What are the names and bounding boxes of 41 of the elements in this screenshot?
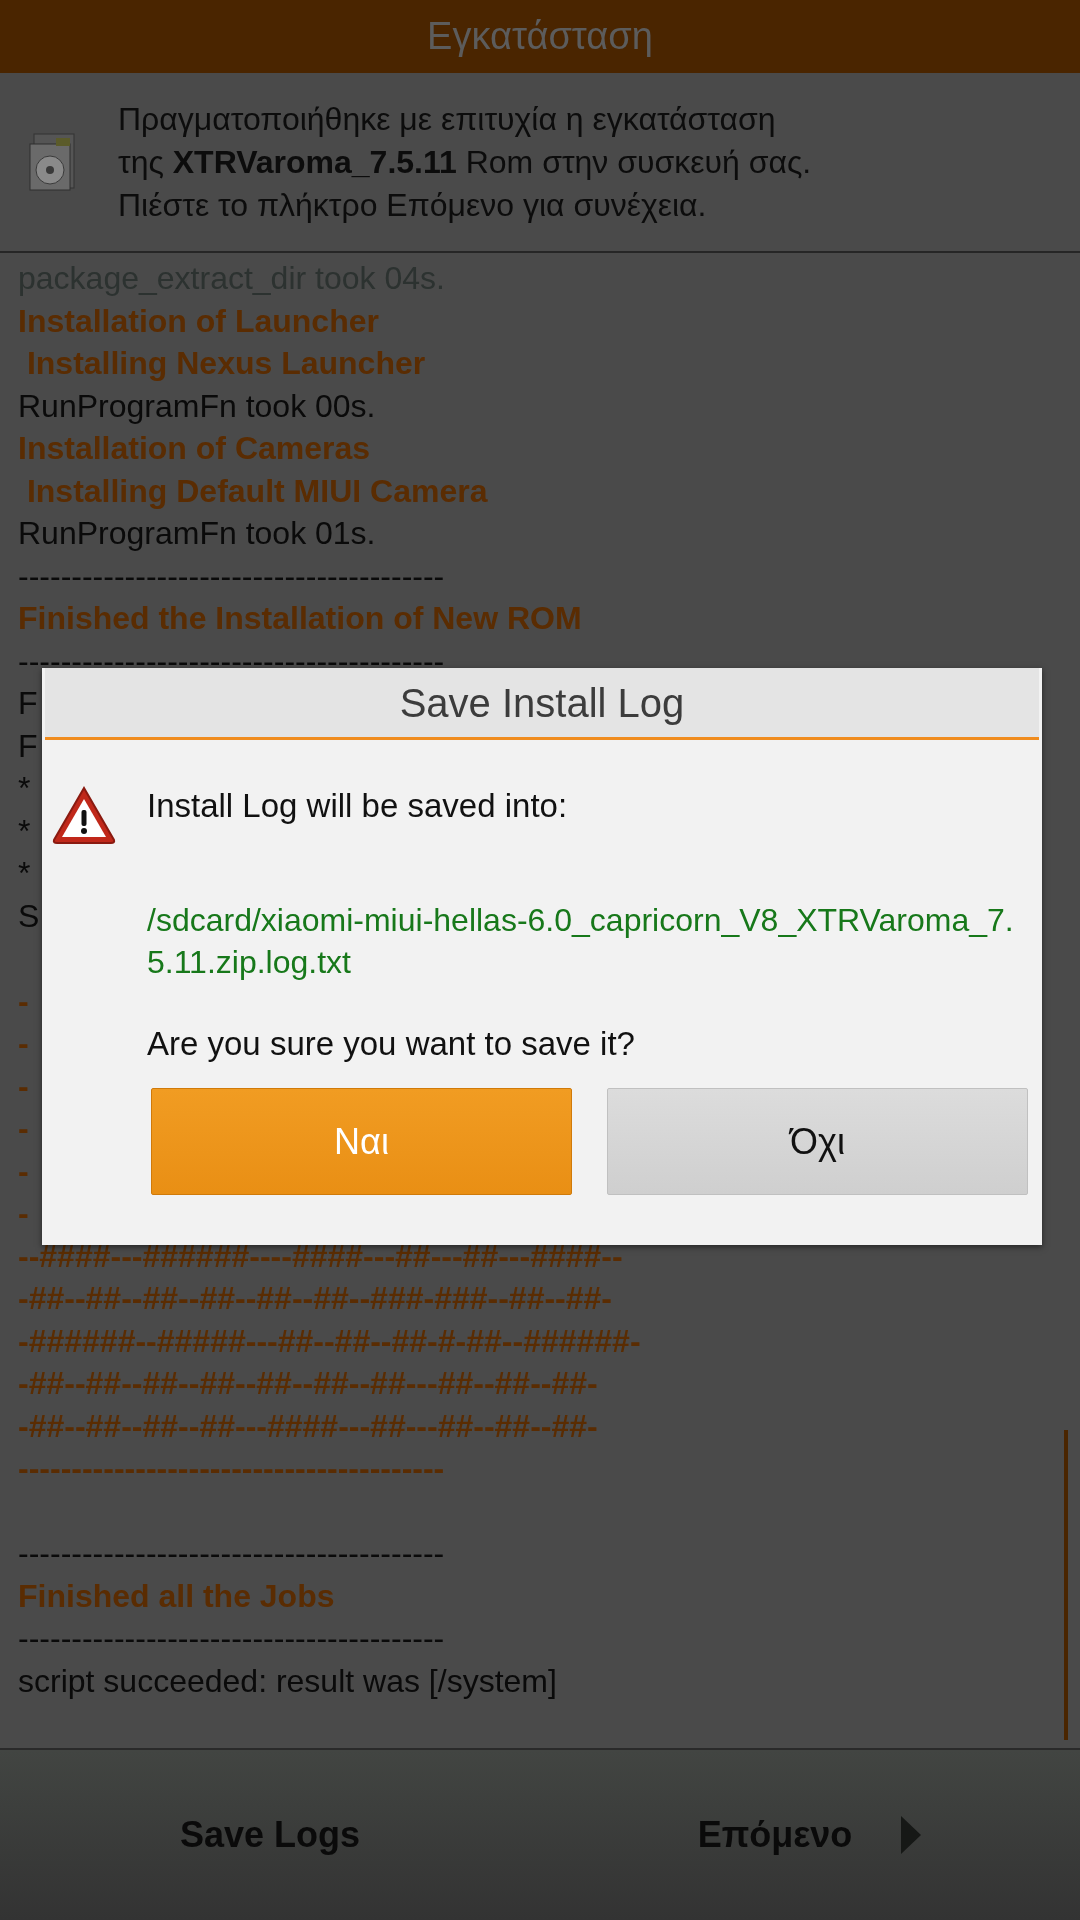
log-ascii-art: ---------------------------------------- — [18, 1449, 445, 1488]
log-line: * — [18, 769, 31, 808]
window-title: Εγκατάσταση — [427, 14, 653, 59]
log-line: F — [18, 726, 38, 766]
log-line: script succeeded: result was [/system] — [18, 1661, 557, 1701]
dialog-title: Save Install Log — [399, 679, 685, 727]
log-ascii-art: -##--##--##--##--##--##--##---##--##--##- — [18, 1364, 598, 1403]
log-line: ---------------------------------------- — [18, 1534, 445, 1573]
log-ascii-art: - — [18, 1109, 29, 1148]
log-heading: Installing Default MIUI Camera — [25, 471, 488, 511]
file-path: /sdcard/xiaomi-miui-hellas-6.0_capricorn_V8_XTRVaroma_7.5.11.zip.log.txt — [147, 901, 1015, 982]
log-heading: Finished all the Jobs — [18, 1576, 335, 1616]
log-line: RunProgramFn took 00s. — [18, 386, 376, 426]
log-ascii-art: -##--##--##--##---####---##---##--##--##- — [18, 1406, 598, 1446]
log-heading: Installing Nexus Launcher — [25, 344, 426, 383]
log-line: ---------------------------------------- — [18, 1619, 445, 1658]
log-heading: Installation of Launcher — [18, 301, 379, 341]
dialog-message: Install Log will be saved into: — [147, 786, 569, 826]
package-icon — [28, 130, 78, 194]
log-line: * — [18, 854, 31, 893]
log-line: RunProgramFn took 01s. — [18, 514, 376, 553]
log-line: S — [18, 896, 40, 936]
log-ascii-art: - — [18, 1066, 29, 1106]
log-ascii-art: - — [18, 981, 29, 1021]
success-message: Πραγματοποιήθηκε με επιτυχία η εγκατάσταση της XTRVaroma_7.5.11 Rom στην συσκευή σας. Πιέστε το πλήκτρο Επόμενο για συνέχεια. — [118, 99, 812, 225]
log-line: ---------------------------------------- — [18, 641, 445, 681]
log-heading: Finished the Installation of New ROM — [18, 599, 582, 638]
dialog-button[interactable]: Ναι — [151, 1088, 572, 1195]
log-ascii-art: - — [18, 1194, 29, 1233]
log-ascii-art: - — [18, 1151, 29, 1191]
log-ascii-art: -##--##--##--##--##--##--###-###--##--##- — [18, 1279, 612, 1318]
log-ascii-art: - — [18, 1024, 29, 1063]
log-heading: Installation of Cameras — [18, 429, 371, 468]
warning-icon — [51, 785, 117, 845]
log-line: * — [18, 811, 31, 851]
log-line: F — [18, 684, 38, 723]
log-ascii-art: -######--#####---##--##--##-#-##--######- — [18, 1321, 641, 1361]
dialog-button[interactable]: Όχι — [607, 1088, 1028, 1195]
log-ascii-art: --####---######----####---##---##---####-- — [18, 1236, 623, 1276]
log-line: ---------------------------------------- — [18, 556, 445, 596]
dialog-question: Are you sure you want to save it? — [147, 1024, 636, 1064]
